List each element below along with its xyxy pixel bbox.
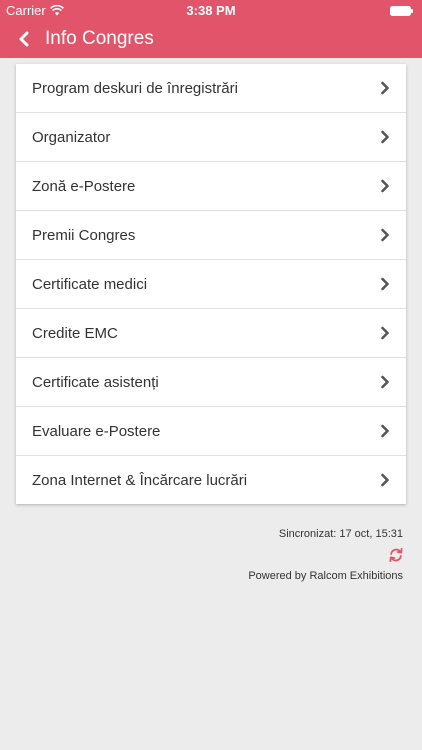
chevron-right-icon (381, 130, 389, 144)
menu-list: Program deskuri de înregistrări Organiza… (16, 64, 406, 504)
menu-item-evaluare-e-postere[interactable]: Evaluare e-Postere (16, 407, 406, 456)
chevron-right-icon (381, 424, 389, 438)
menu-item-credite-emc[interactable]: Credite EMC (16, 309, 406, 358)
page-title: Info Congres (45, 28, 154, 49)
status-bar: Carrier 3:38 PM (0, 0, 422, 20)
chevron-right-icon (381, 179, 389, 193)
menu-item-label: Certificate medici (32, 275, 148, 293)
menu-item-certificate-asistenti[interactable]: Certificate asistenți (16, 358, 406, 407)
chevron-right-icon (381, 473, 389, 487)
sync-footer: Sincronizat: 17 oct, 15:31 Powered by Ra… (248, 528, 403, 582)
menu-item-label: Zonă e-Postere (32, 177, 136, 195)
powered-by-text: Powered by Ralcom Exhibitions (248, 570, 403, 582)
chevron-right-icon (381, 375, 389, 389)
menu-item-program-deskuri[interactable]: Program deskuri de înregistrări (16, 64, 406, 113)
chevron-right-icon (381, 277, 389, 291)
sync-status-text: Sincronizat: 17 oct, 15:31 (278, 528, 403, 540)
menu-item-label: Zona Internet & Încărcare lucrări (32, 471, 248, 489)
chevron-left-icon (19, 31, 29, 47)
menu-item-certificate-medici[interactable]: Certificate medici (16, 260, 406, 309)
refresh-icon[interactable] (389, 548, 403, 562)
chevron-right-icon (381, 228, 389, 242)
menu-item-zona-internet[interactable]: Zona Internet & Încărcare lucrări (16, 456, 406, 504)
menu-item-label: Evaluare e-Postere (32, 422, 161, 440)
navigation-bar: Info Congres (0, 20, 422, 58)
menu-item-label: Program deskuri de înregistrări (32, 79, 238, 97)
app-header: Carrier 3:38 PM Info Congres (0, 0, 422, 58)
menu-item-label: Credite EMC (32, 324, 118, 342)
back-button[interactable] (4, 20, 44, 58)
menu-item-premii-congres[interactable]: Premii Congres (16, 211, 406, 260)
battery-icon (390, 6, 413, 16)
menu-item-label: Certificate asistenți (32, 373, 159, 391)
menu-item-label: Organizator (32, 128, 111, 146)
status-time: 3:38 PM (186, 3, 236, 18)
refresh-row (248, 548, 403, 562)
menu-item-label: Premii Congres (32, 226, 136, 244)
menu-item-zona-e-postere[interactable]: Zonă e-Postere (16, 162, 406, 211)
menu-item-organizator[interactable]: Organizator (16, 113, 406, 162)
chevron-right-icon (381, 326, 389, 340)
chevron-right-icon (381, 81, 389, 95)
